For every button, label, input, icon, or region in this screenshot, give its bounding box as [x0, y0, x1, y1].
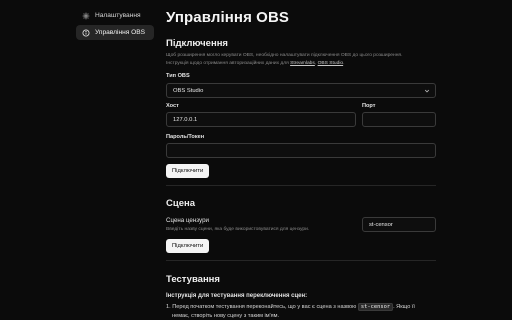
step1-suffix: . Якщо її [393, 304, 415, 310]
sidebar-item-label: Управління OBS [95, 29, 146, 36]
host-input[interactable]: 127.0.0.1 [166, 112, 356, 127]
censor-scene-label: Сцена цензури [166, 217, 209, 224]
host-label: Хост [166, 103, 179, 109]
censor-scene-description: Введіть назву сцени, яка буде використов… [166, 227, 310, 232]
info-circle-icon [82, 29, 90, 37]
testing-instructions-title: Інструкція для тестування переключення с… [166, 293, 308, 299]
scene-name-code: st-censor [357, 303, 394, 311]
sidebar-item-settings[interactable]: Налаштування [76, 8, 154, 23]
port-input[interactable] [362, 112, 436, 127]
connection-instructions: Інструкція щодо отримання авторизаційних… [166, 61, 345, 66]
instructions-text: Інструкція щодо отримання авторизаційних… [166, 61, 289, 66]
censor-scene-value: st-censor [369, 221, 393, 228]
connect-button[interactable]: Підключити [166, 164, 210, 178]
obs-type-label: Тип OBS [166, 73, 190, 79]
section-divider [166, 260, 436, 261]
scene-section-title: Сцена [166, 198, 196, 209]
main-content: Управління OBS Підключення Щоб розширенн… [166, 0, 436, 320]
gear-icon [82, 12, 90, 20]
chevron-down-icon [424, 89, 430, 93]
obs-type-value: OBS Studio [173, 87, 204, 94]
password-label: Пароль/Токен [166, 134, 205, 140]
section-divider [166, 185, 436, 186]
sidebar-item-obs-control[interactable]: Управління OBS [76, 25, 154, 40]
password-input[interactable] [166, 143, 436, 158]
obs-type-select[interactable]: OBS Studio [166, 83, 436, 98]
list-item: немає, створіть нову сцену з таким ім'ям… [172, 313, 280, 319]
scene-connect-button[interactable]: Підключити [166, 239, 210, 253]
sidebar-item-label: Налаштування [95, 12, 141, 19]
obs-studio-link[interactable]: OBS Studio [318, 61, 344, 66]
streamlabs-link[interactable]: Streamlabs [290, 61, 315, 66]
testing-section-title: Тестування [166, 274, 220, 285]
page-title: Управління OBS [166, 9, 289, 26]
connection-section-title: Підключення [166, 38, 228, 49]
port-label: Порт [362, 103, 376, 109]
step1-text: 1. Перед початком тестування переконайте… [166, 304, 357, 310]
list-item: 1. Перед початком тестування переконайте… [166, 303, 415, 312]
sidebar: Налаштування Управління OBS [76, 8, 154, 42]
censor-scene-input[interactable]: st-censor [362, 217, 436, 232]
connection-description: Щоб розширення могло керувати OBS, необх… [166, 53, 403, 58]
host-value: 127.0.0.1 [173, 116, 198, 123]
